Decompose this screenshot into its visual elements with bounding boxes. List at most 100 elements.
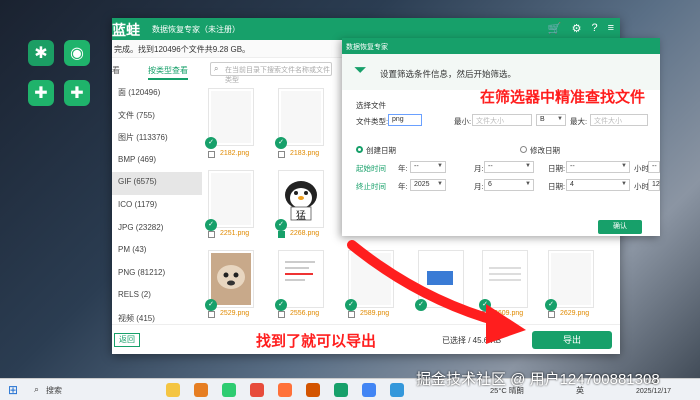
end-day-value: 4 [570, 181, 574, 188]
file-name: 2529.png [220, 310, 250, 317]
end-month-select[interactable]: 6 ▼ [484, 179, 534, 191]
file-checkbox[interactable] [208, 151, 215, 158]
app-titlebar: 蓝蛙 数据恢复专家（未注册） 🛒 ⚙ ? ≡ [112, 18, 620, 40]
desktop-recovery-icon[interactable]: ◉ [64, 40, 90, 66]
file-checkbox[interactable] [348, 311, 355, 318]
app-logo: 蓝蛙 [112, 22, 140, 38]
min-size-input[interactable]: 文件大小 [472, 114, 532, 126]
file-badge-icon: ✓ [205, 219, 217, 231]
penguin-image: 猛 [281, 173, 321, 225]
start-hour-select[interactable]: -- [648, 161, 660, 173]
create-date-radio[interactable] [356, 146, 363, 153]
max-size-input[interactable]: 文件大小 [590, 114, 648, 126]
modify-date-radio[interactable] [520, 146, 527, 153]
sidebar-item[interactable]: PM (43) [112, 240, 202, 263]
sidebar-item[interactable]: RELS (2) [112, 285, 202, 308]
file-checkbox[interactable] [482, 311, 489, 318]
end-hour-select[interactable]: 12 [648, 179, 660, 191]
file-thumbnail[interactable]: ✓ [205, 170, 254, 231]
file-type-input[interactable]: png [388, 114, 422, 126]
taskbar-app-icon[interactable] [306, 383, 320, 397]
taskbar-search[interactable]: ⌕ 搜索 [30, 382, 130, 398]
search-input[interactable]: ⌕ 在当前目录下搜索文件名称或文件类型 [210, 62, 332, 84]
file-checkbox[interactable] [208, 231, 215, 238]
desktop-plus-icon[interactable]: ✚ [64, 80, 90, 106]
funnel-icon: ⏷ [354, 62, 367, 79]
watermark: 掘金技术社区 @ 用户124700881308 [416, 371, 660, 388]
min-unit-select[interactable]: B ▼ [536, 114, 566, 126]
search-icon: ⌕ [214, 64, 219, 73]
sidebar-item[interactable]: 面 (120496) [112, 82, 202, 105]
taskbar-sparkle-icon[interactable] [166, 383, 180, 397]
taskbar-app-icon[interactable] [390, 383, 404, 397]
help-icon[interactable]: ? [591, 22, 597, 35]
taskbar-chrome-icon[interactable] [362, 383, 376, 397]
file-thumbnail[interactable]: ✓ [545, 250, 594, 311]
taskbar-firefox-icon[interactable] [278, 383, 292, 397]
penguin-sign-text: 猛 [296, 211, 306, 222]
start-day-label: 日期: [548, 164, 566, 173]
file-thumbnail[interactable]: ✓ [205, 250, 254, 311]
file-name: 2589.png [360, 310, 390, 317]
sidebar-item-selected[interactable]: GIF (6575) [112, 172, 202, 195]
start-year-select[interactable]: -- ▼ [410, 161, 446, 173]
file-thumbnail[interactable]: ✓ [205, 88, 254, 149]
file-thumbnail[interactable]: ✓ [415, 250, 464, 311]
sidebar-item[interactable]: 图片 (113376) [112, 127, 202, 150]
export-button[interactable]: 导出 [532, 331, 612, 349]
sidebar-item[interactable]: ICO (1179) [112, 195, 202, 218]
sidebar-item[interactable]: JPG (23282) [112, 218, 202, 241]
taskbar-app-icon[interactable] [250, 383, 264, 397]
file-badge-icon: ✓ [275, 299, 287, 311]
end-month-value: 6 [488, 181, 492, 188]
file-name: 2629.png [560, 310, 590, 317]
file-name: 2183.png [290, 150, 320, 157]
start-day-value: -- [570, 163, 575, 170]
file-thumbnail[interactable]: ✓ [275, 88, 324, 149]
cart-icon[interactable]: 🛒 [548, 22, 562, 35]
settings-icon[interactable]: ⚙ [572, 22, 582, 35]
dialog-header: ⏷ 设置筛选条件信息，然后开始筛选。 [342, 54, 660, 90]
end-time-label: 终止时间 [356, 182, 386, 191]
chevron-down-icon: ▼ [437, 181, 443, 187]
file-thumbnail[interactable]: ✓ [345, 250, 394, 311]
desktop-plus-icon[interactable]: ✚ [28, 80, 54, 106]
sidebar-item[interactable]: BMP (469) [112, 150, 202, 173]
screenshot-preview [421, 253, 461, 305]
filter-dialog: 数据恢复专家 ⏷ 设置筛选条件信息，然后开始筛选。 选择文件 文件类型: png… [342, 38, 660, 236]
tab-path-view[interactable]: 看 [112, 65, 120, 76]
file-thumbnail[interactable]: ✓ [479, 250, 528, 311]
file-name: 2268.png [290, 230, 320, 237]
chevron-down-icon: ▼ [621, 163, 627, 169]
file-checkbox[interactable] [208, 311, 215, 318]
desktop-app-icon[interactable]: ✱ [28, 40, 54, 66]
file-thumbnail[interactable]: ✓ [275, 250, 324, 311]
taskbar-app-icon[interactable] [334, 383, 348, 397]
file-badge-icon: ✓ [205, 137, 217, 149]
start-day-select[interactable]: -- ▼ [566, 161, 630, 173]
taskbar-search-app-icon[interactable] [194, 383, 208, 397]
file-checkbox[interactable] [548, 311, 555, 318]
file-thumbnail-penguin[interactable]: 猛 ✓ [275, 170, 324, 231]
max-size-label: 最大: [570, 117, 588, 126]
end-year-select[interactable]: 2025 ▼ [410, 179, 446, 191]
chevron-down-icon: ▼ [525, 163, 531, 169]
windows-start-icon[interactable]: ⊞ [8, 383, 18, 397]
search-placeholder: 在当前目录下搜索文件名称或文件类型 [225, 67, 330, 84]
menu-icon[interactable]: ≡ [608, 22, 614, 35]
confirm-button[interactable]: 确认 [598, 220, 642, 234]
sidebar-item[interactable]: PNG (81212) [112, 263, 202, 286]
sidebar-item[interactable]: 文件 (755) [112, 105, 202, 128]
file-checkbox[interactable] [278, 311, 285, 318]
chevron-down-icon: ▼ [557, 116, 563, 122]
file-checkbox[interactable] [278, 151, 285, 158]
end-day-select[interactable]: 4 ▼ [566, 179, 630, 191]
end-month-label: 月: [474, 182, 484, 191]
file-checkbox-checked[interactable] [278, 231, 285, 238]
back-button[interactable]: 返回 [114, 333, 140, 347]
selected-size: 已选择 / 45.6 KB [442, 336, 502, 345]
start-month-select[interactable]: -- ▼ [484, 161, 534, 173]
tab-type-view[interactable]: 按类型查看 [148, 65, 188, 80]
file-name: 2609.png [494, 310, 524, 317]
taskbar-app-icon[interactable] [222, 383, 236, 397]
